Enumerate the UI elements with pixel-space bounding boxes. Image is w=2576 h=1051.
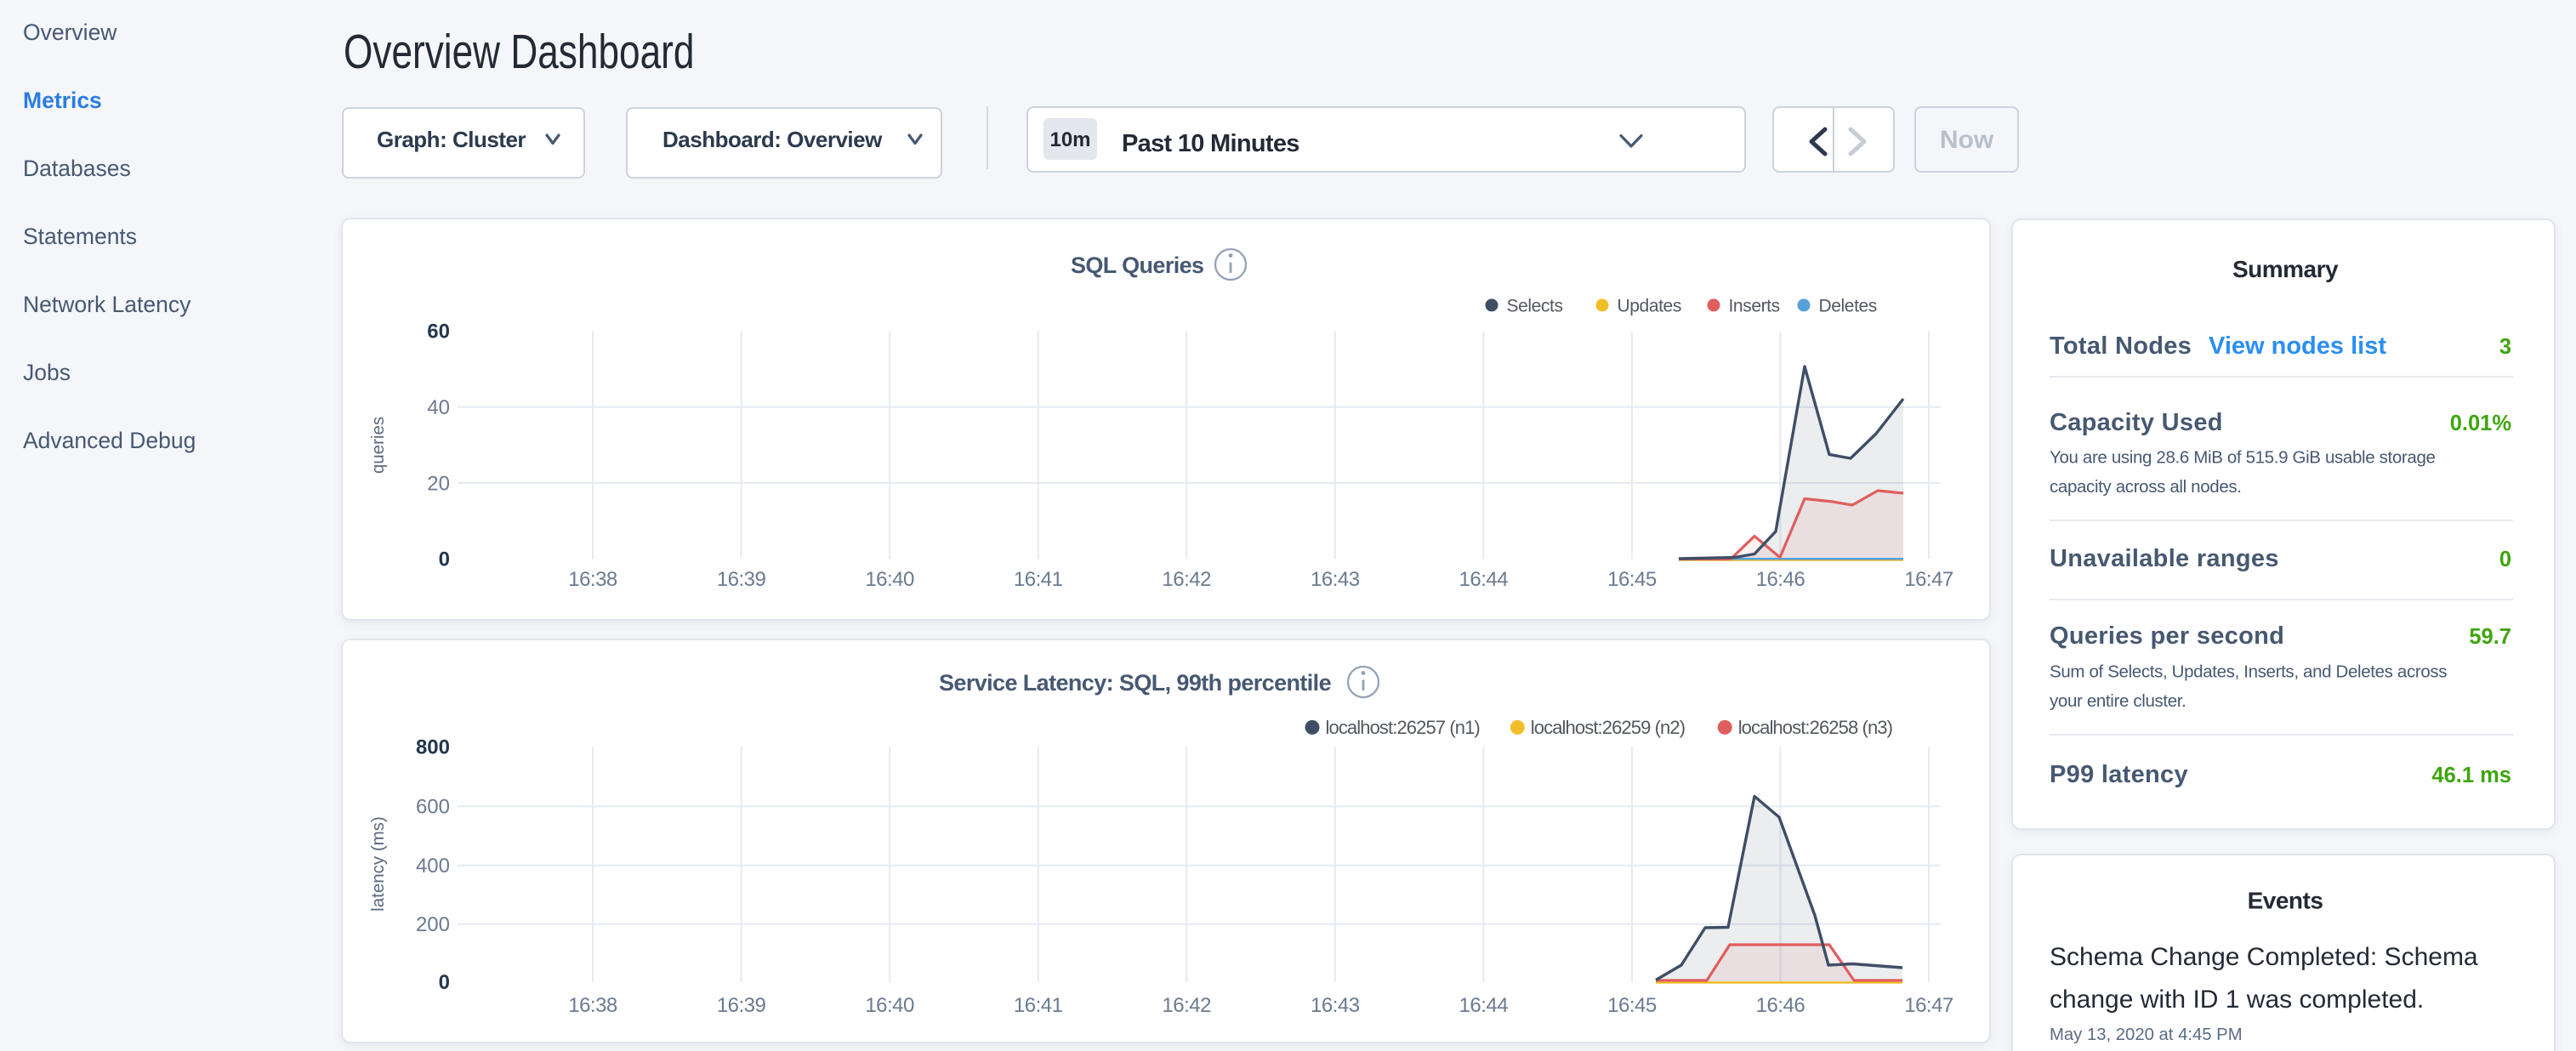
svg-text:60: 60 <box>427 321 450 344</box>
svg-text:Inserts: Inserts <box>1729 297 1780 316</box>
svg-text:16:46: 16:46 <box>1756 568 1805 591</box>
svg-text:20: 20 <box>427 472 450 495</box>
svg-text:Capacity Used: Capacity Used <box>2050 409 2223 436</box>
svg-text:Schema Change Completed: Schem: Schema Change Completed: Schema <box>2050 943 2478 971</box>
svg-text:400: 400 <box>416 855 450 878</box>
svg-text:P99 latency: P99 latency <box>2050 761 2188 788</box>
svg-text:Selects: Selects <box>1507 297 1563 316</box>
svg-text:600: 600 <box>416 796 450 819</box>
svg-text:Events: Events <box>2248 888 2323 914</box>
svg-text:Dashboard: Overview: Dashboard: Overview <box>662 127 883 152</box>
svg-text:16:39: 16:39 <box>717 568 766 591</box>
svg-text:Statements: Statements <box>23 224 137 249</box>
svg-text:queries: queries <box>368 417 388 474</box>
svg-text:0: 0 <box>439 971 450 994</box>
svg-text:Unavailable ranges: Unavailable ranges <box>2050 545 2279 572</box>
svg-text:16:38: 16:38 <box>568 568 617 591</box>
svg-text:0: 0 <box>439 548 450 571</box>
svg-text:Updates: Updates <box>1618 297 1681 316</box>
svg-text:Metrics: Metrics <box>23 88 102 113</box>
svg-text:localhost:26258 (n3): localhost:26258 (n3) <box>1738 717 1892 738</box>
svg-text:16:38: 16:38 <box>568 994 617 1017</box>
svg-text:Overview: Overview <box>23 20 117 45</box>
svg-text:16:43: 16:43 <box>1311 568 1360 591</box>
svg-text:Service Latency: SQL, 99th per: Service Latency: SQL, 99th percentile <box>939 670 1332 696</box>
svg-text:capacity across all nodes.: capacity across all nodes. <box>2050 477 2242 497</box>
svg-text:Total Nodes: Total Nodes <box>2050 332 2192 360</box>
svg-text:16:43: 16:43 <box>1311 994 1360 1017</box>
svg-text:Now: Now <box>1940 126 1994 154</box>
svg-text:16:44: 16:44 <box>1459 568 1509 591</box>
svg-text:16:46: 16:46 <box>1756 994 1805 1017</box>
svg-text:Jobs: Jobs <box>23 360 71 385</box>
svg-text:your entire cluster.: your entire cluster. <box>2050 691 2186 711</box>
svg-text:latency (ms): latency (ms) <box>368 816 388 912</box>
svg-text:16:47: 16:47 <box>1904 568 1953 591</box>
svg-text:16:47: 16:47 <box>1904 994 1953 1017</box>
svg-text:You are using 28.6 MiB of 515.: You are using 28.6 MiB of 515.9 GiB usab… <box>2050 448 2436 468</box>
svg-text:16:45: 16:45 <box>1607 568 1657 591</box>
svg-text:40: 40 <box>427 396 450 419</box>
svg-text:Advanced Debug: Advanced Debug <box>23 428 196 453</box>
svg-text:localhost:26257 (n1): localhost:26257 (n1) <box>1326 717 1480 738</box>
svg-text:Graph: Cluster: Graph: Cluster <box>377 127 526 152</box>
svg-text:16:45: 16:45 <box>1607 994 1657 1017</box>
svg-text:59.7: 59.7 <box>2469 625 2511 649</box>
svg-text:16:44: 16:44 <box>1459 994 1509 1017</box>
svg-text:Queries per second: Queries per second <box>2050 622 2284 650</box>
svg-text:10m: 10m <box>1049 128 1090 151</box>
svg-text:800: 800 <box>416 736 450 759</box>
svg-text:Overview Dashboard: Overview Dashboard <box>344 25 694 79</box>
svg-text:localhost:26259 (n2): localhost:26259 (n2) <box>1531 717 1685 738</box>
svg-text:200: 200 <box>416 913 450 936</box>
svg-text:SQL Queries: SQL Queries <box>1071 253 1203 278</box>
svg-text:0.01%: 0.01% <box>2450 412 2511 435</box>
svg-text:May 13, 2020 at 4:45 PM: May 13, 2020 at 4:45 PM <box>2050 1025 2243 1044</box>
svg-text:16:42: 16:42 <box>1162 994 1211 1017</box>
svg-text:16:42: 16:42 <box>1162 568 1211 591</box>
svg-text:Sum of Selects, Updates, Inser: Sum of Selects, Updates, Inserts, and De… <box>2050 662 2447 682</box>
svg-text:16:40: 16:40 <box>865 568 914 591</box>
svg-text:3: 3 <box>2499 335 2511 359</box>
svg-text:View nodes list: View nodes list <box>2209 332 2386 360</box>
svg-text:Deletes: Deletes <box>1819 297 1877 316</box>
svg-text:Network Latency: Network Latency <box>23 292 191 317</box>
svg-text:change with ID 1 was completed: change with ID 1 was completed. <box>2050 986 2424 1014</box>
svg-text:Past 10 Minutes: Past 10 Minutes <box>1122 130 1299 157</box>
svg-text:0: 0 <box>2499 548 2511 571</box>
svg-text:16:41: 16:41 <box>1014 994 1063 1017</box>
svg-text:16:39: 16:39 <box>717 994 766 1017</box>
svg-text:Summary: Summary <box>2232 256 2339 282</box>
svg-text:16:40: 16:40 <box>865 994 914 1017</box>
svg-text:Databases: Databases <box>23 156 131 181</box>
svg-text:16:41: 16:41 <box>1014 568 1063 591</box>
svg-text:46.1 ms: 46.1 ms <box>2431 764 2511 787</box>
